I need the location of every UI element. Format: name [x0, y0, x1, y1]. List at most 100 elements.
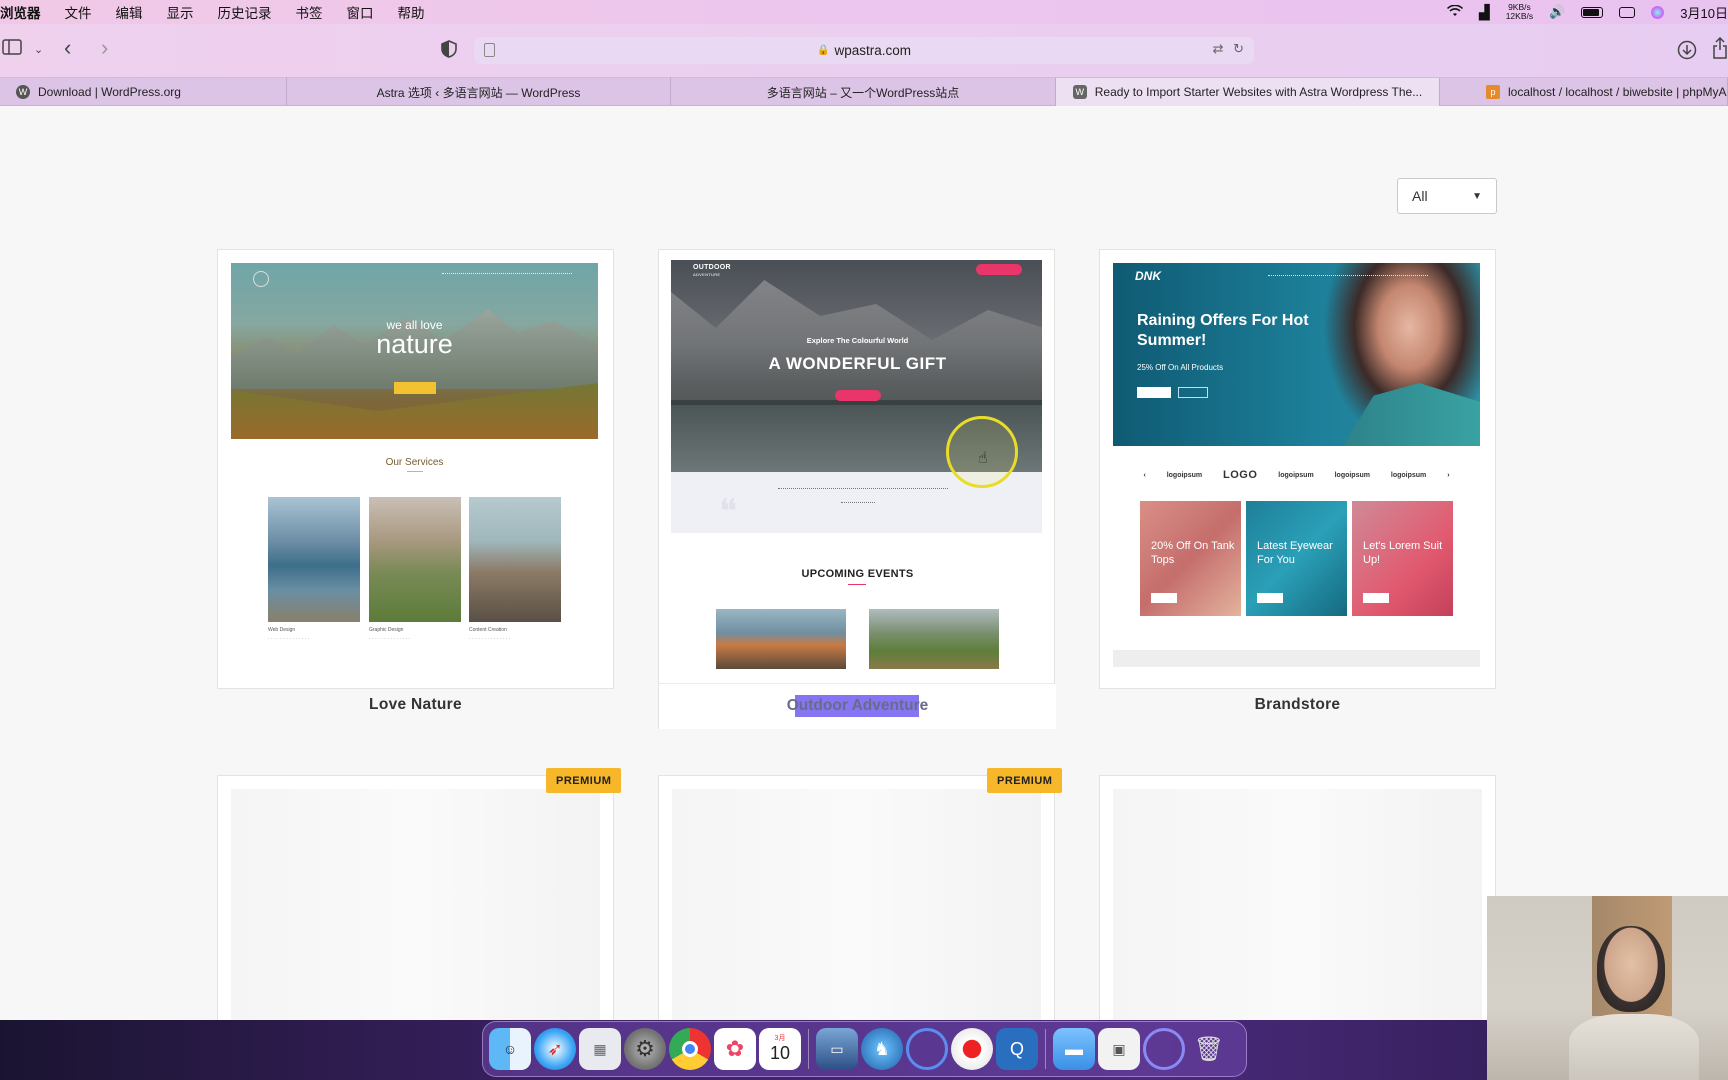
battery-icon[interactable]	[1581, 6, 1604, 18]
template-title[interactable]: Brandstore	[1099, 696, 1496, 714]
template-card-loading[interactable]	[217, 775, 614, 1020]
hero-kicker: Explore The Colourful World	[806, 336, 909, 345]
brand-logo-strip: ‹ logoipsum LOGO logoipsum logoipsum log…	[1113, 469, 1480, 481]
menu-help[interactable]: 帮助	[386, 2, 437, 22]
site-logo: DNK	[1135, 269, 1161, 283]
launchpad-icon[interactable]: ▦	[579, 1028, 621, 1070]
template-card-loading[interactable]	[658, 775, 1055, 1020]
footer-bar	[1113, 650, 1480, 667]
tab-bar: W Download | WordPress.org Astra 选项 ‹ 多语…	[0, 78, 1728, 106]
menu-history[interactable]: 历史记录	[206, 2, 284, 22]
dock-separator	[1045, 1029, 1046, 1069]
menu-app[interactable]: 浏览器	[0, 2, 53, 22]
template-title[interactable]: Outdoor Adventure	[659, 697, 1056, 715]
sidebar-toggle-icon[interactable]	[2, 39, 22, 60]
hero-subtitle: 25% Off On All Products	[1137, 363, 1224, 372]
template-title[interactable]: Love Nature	[217, 696, 614, 714]
quicktime-icon[interactable]: Q	[996, 1028, 1038, 1070]
site-logo-icon	[253, 271, 269, 287]
hero-button-secondary	[1178, 387, 1208, 398]
screenshot-app-icon[interactable]: ▭	[816, 1028, 858, 1070]
status-area: ▟ 9KB/s 12KB/s 🔊 3月10日	[1446, 0, 1728, 24]
template-card-brandstore[interactable]: DNK Raining Offers For Hot Summer! 25% O…	[1099, 249, 1496, 689]
clock-date[interactable]: 3月10日	[1680, 3, 1728, 22]
brand-logo: logoipsum	[1390, 471, 1427, 479]
trash-icon[interactable]: 🗑	[1188, 1028, 1230, 1070]
safari-icon[interactable]: ➶	[534, 1028, 576, 1070]
template-card-outdoor-adventure[interactable]: OUTDOOR ADVENTURE Explore The Colourful W…	[658, 249, 1056, 729]
tab-label: 多语言网站 – 又一个WordPress站点	[766, 85, 960, 100]
finder-icon[interactable]: ☺	[489, 1028, 531, 1070]
menu-bookmarks[interactable]: 书签	[284, 2, 335, 22]
menu-window[interactable]: 窗口	[335, 2, 386, 22]
site-nav	[442, 273, 572, 279]
dock: ☺ ➶ ▦ ⚙ ✿ 3月 10 ▭ ♞ Q ▬ ▣ 🗑	[482, 1021, 1247, 1077]
recorder-ring-icon[interactable]	[906, 1028, 948, 1070]
service-image-valley	[369, 497, 461, 622]
service-image-rock	[469, 497, 561, 622]
photos-icon[interactable]: ✿	[714, 1028, 756, 1070]
tab-wordpress-download[interactable]: W Download | WordPress.org	[0, 78, 287, 106]
tab-phpmyadmin[interactable]: p localhost / localhost / biwebsite | ph…	[1440, 78, 1728, 106]
translate-icon[interactable]: ⇄	[1213, 41, 1224, 56]
control-center-icon[interactable]	[1619, 6, 1636, 18]
template-card-love-nature[interactable]: we all love nature Our Services Web Desi…	[217, 249, 614, 689]
hero-image: we all love nature	[231, 263, 598, 439]
premium-badge: PREMIUM	[987, 768, 1063, 793]
category-filter-select[interactable]: All ▼	[1397, 178, 1497, 214]
tab-label: Download | WordPress.org	[38, 85, 181, 99]
address-bar[interactable]: 🔒 wpastra.com ⇄ ↻	[474, 37, 1254, 64]
service-caption: Graphic Design · · · · · · · · · · · · · …	[369, 627, 411, 642]
system-settings-icon[interactable]: ⚙	[624, 1028, 666, 1070]
hero-title: nature	[376, 329, 453, 359]
shield-icon[interactable]	[441, 40, 457, 63]
hero-image: DNK Raining Offers For Hot Summer! 25% O…	[1113, 263, 1480, 446]
template-preview: we all love nature Our Services Web Desi…	[231, 263, 600, 663]
service-caption: Web Design · · · · · · · · · · · · · ·	[268, 627, 310, 642]
folder-icon[interactable]: ▬	[1053, 1028, 1095, 1070]
brand-logo: LOGO	[1223, 469, 1258, 481]
tab-astra-starter-templates[interactable]: W Ready to Import Starter Websites with …	[1056, 78, 1440, 106]
page-content: All ▼ we all love nature Our Services We…	[0, 106, 1728, 1020]
reload-icon[interactable]: ↻	[1233, 41, 1244, 56]
premium-badge: PREMIUM	[546, 768, 622, 793]
menu-edit[interactable]: 编辑	[104, 2, 155, 22]
tab-multilingual-site[interactable]: 多语言网站 – 又一个WordPress站点	[671, 78, 1056, 106]
network-speed: 9KB/s 12KB/s	[1505, 2, 1534, 21]
cat-icon[interactable]: ▟	[1479, 4, 1490, 21]
menu-file[interactable]: 文件	[53, 2, 104, 22]
brand-logo: logoipsum	[1278, 471, 1314, 479]
forward-icon[interactable]: ›	[101, 35, 108, 61]
share-icon[interactable]	[1712, 36, 1728, 64]
download-icon[interactable]	[1677, 40, 1697, 65]
page-icon[interactable]	[484, 43, 495, 57]
calendar-icon[interactable]: 3月 10	[759, 1028, 801, 1070]
quote-icon: ❝	[719, 492, 738, 532]
preview-window-icon[interactable]: ▣	[1098, 1028, 1140, 1070]
loading-placeholder	[672, 789, 1041, 1020]
recorder-ring-icon[interactable]	[1143, 1028, 1185, 1070]
section-heading: Our Services	[385, 457, 444, 468]
chrome-icon[interactable]	[669, 1028, 711, 1070]
menu-view[interactable]: 显示	[155, 2, 206, 22]
chevron-down-icon[interactable]: ⌄	[34, 43, 43, 56]
w-icon: W	[1072, 85, 1087, 99]
hero-title: A WONDERFUL GIFT	[768, 354, 947, 373]
back-icon[interactable]: ‹	[64, 35, 71, 61]
service-image-lake	[268, 497, 360, 622]
card-footer: Outdoor Adventure	[659, 683, 1056, 729]
tab-label: Ready to Import Starter Websites with As…	[1094, 85, 1423, 99]
mamp-icon[interactable]: ♞	[861, 1028, 903, 1070]
record-icon[interactable]	[951, 1028, 993, 1070]
translate-reload-icons: ⇄ ↻	[1213, 41, 1244, 57]
nav-cta-button	[976, 264, 1022, 275]
siri-icon[interactable]	[1651, 5, 1665, 19]
template-card-loading[interactable]	[1099, 775, 1496, 1020]
filter-value: All	[1412, 188, 1428, 204]
volume-icon[interactable]: 🔊	[1549, 4, 1565, 20]
wifi-icon[interactable]	[1446, 4, 1463, 20]
site-logo: OUTDOOR ADVENTURE	[693, 264, 731, 277]
url-text: wpastra.com	[834, 43, 911, 58]
tab-label: localhost / localhost / biwebsite | phpM…	[1508, 85, 1728, 99]
tab-astra-options[interactable]: Astra 选项 ‹ 多语言网站 — WordPress	[287, 78, 671, 106]
